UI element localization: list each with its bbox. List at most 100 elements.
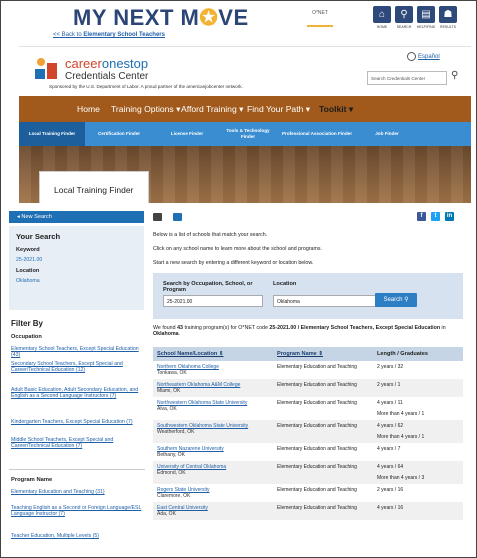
nav-afford-training[interactable]: Afford Training ▾ [181, 104, 243, 115]
table-row: Rogers State University Claremore, OK Elem… [153, 484, 463, 502]
twitter-icon[interactable]: t [431, 212, 440, 221]
credentials-center-title: Credentials Center [65, 71, 149, 82]
occupation-input[interactable]: 25-2021.00 [163, 295, 263, 307]
search-icon[interactable]: ⚲ [395, 6, 413, 23]
occupation-filter-link[interactable]: Elementary School Teachers, Except Speci… [11, 346, 143, 359]
program-filter-link[interactable]: Teaching English as a Second or Foreign … [11, 505, 143, 518]
tab-job-finder[interactable]: Job Finder [359, 122, 415, 146]
keyword-label: Keyword [16, 247, 40, 253]
back-link[interactable]: << Back to Elementary School Teachers [53, 32, 165, 38]
length-graduates: 4 years / 64 [377, 464, 404, 470]
table-row: East Central University Ada, OK Elementary… [153, 502, 463, 520]
program-cell: Elementary Education and Teaching [273, 379, 373, 397]
location-value: Oklahoma [16, 278, 40, 284]
length-graduates: 2 years / 1 [377, 382, 401, 388]
program-cell: Elementary Education and Teaching [277, 446, 357, 452]
occupation-filter-link[interactable]: Adult Basic Education, Adult Secondary E… [11, 387, 143, 400]
onet-badge: O*NET [307, 9, 333, 27]
table-row: Southwestern Oklahoma State University We… [153, 420, 463, 443]
tab-local-training-finder[interactable]: Local Training Finder [19, 122, 85, 146]
linkedin-icon[interactable]: in [445, 212, 454, 221]
length-cell: 4 years / 64 More than 4 years / 3 [373, 461, 463, 484]
school-location: Claremore, OK [157, 493, 191, 499]
school-location: Ada, OK [157, 511, 176, 517]
search-icon[interactable]: ⚲ [451, 70, 458, 81]
program-cell: Elementary Education and Teaching [277, 400, 357, 406]
filter-by-heading: Filter By [11, 319, 44, 328]
sponsor-text: Sponsored by the U.S. Department of Labo… [49, 84, 243, 89]
school-cell: Rogers State University Claremore, OK [153, 484, 273, 502]
main-content: f t in Below is a list of schools that m… [151, 211, 473, 557]
school-location: Tonkawa, OK [157, 370, 187, 376]
school-column-header[interactable]: School Name/Location ⇕ [153, 347, 273, 361]
sidebar: ◂ New Search Your Search Keyword 25-2021… [9, 211, 147, 557]
program-filter-link[interactable]: Elementary Education and Teaching (31) [11, 489, 143, 495]
length-cell: 4 years / 16 [373, 502, 463, 520]
tab-professional-association-finder[interactable]: Professional Association Finder [275, 122, 359, 146]
email-icon[interactable] [173, 213, 182, 221]
new-search-button[interactable]: ◂ New Search [9, 211, 144, 223]
nav-training-options[interactable]: Training Options ▾ [111, 104, 180, 115]
tab-tools-technology-finder[interactable]: Tools & Technology Finder [221, 122, 275, 146]
home-icon-label: HOME [376, 25, 388, 29]
careeronestop-logo-icon[interactable] [35, 57, 59, 79]
intro-text: Click on any school name to learn more a… [153, 246, 323, 252]
nav-home[interactable]: Home [77, 104, 100, 114]
your-search-heading: Your Search [16, 232, 61, 241]
school-location: Edmond, OK [157, 470, 186, 476]
mynextmove-logo[interactable]: MY NEXT M✪VE [73, 5, 249, 31]
school-location: Weatherford, OK [157, 429, 195, 435]
program-filter-label: Program Name [11, 477, 53, 483]
program-filter-link[interactable]: Teacher Education, Multiple Levels (5) [11, 533, 143, 539]
program-cell: Elementary Education and Teaching [277, 487, 357, 493]
table-row: Southern Nazarene University Bethany, OK E… [153, 443, 463, 461]
school-cell: Southwestern Oklahoma State University We… [153, 420, 273, 443]
search-icon-label: SEARCH [396, 25, 412, 29]
intro-text: Start a new search by entering a differe… [153, 260, 314, 266]
program-cell: Elementary Education and Teaching [273, 420, 373, 443]
results-summary: We found 43 training program(s) for O*NE… [153, 325, 446, 338]
school-cell: Northwestern Oklahoma State University Al… [153, 397, 273, 420]
location-label: Location [16, 268, 40, 274]
program-cell: Elementary Education and Teaching [277, 364, 357, 370]
table-header-row: School Name/Location ⇕ Program Name ⇕ Le… [153, 347, 463, 361]
length-graduates: 4 years / 62 [377, 423, 404, 429]
length-graduates: 4 years / 11 [377, 400, 403, 406]
person-icon[interactable]: ☗ [439, 6, 457, 23]
occupation-filter-link[interactable]: Middle School Teachers, Except Special a… [11, 437, 143, 450]
school-location: Alva, OK [157, 406, 177, 412]
page-title: Local Training Finder [39, 171, 149, 203]
length-graduates: 2 years / 16 [377, 487, 404, 493]
length-graduates: More than 4 years / 1 [377, 434, 425, 440]
espanol-link[interactable]: Español [418, 54, 440, 60]
program-cell: Elementary Education and Teaching [273, 502, 373, 520]
globe-icon [407, 52, 416, 61]
school-location: Bethany, OK [157, 452, 185, 458]
location-input[interactable]: Oklahoma [273, 295, 383, 307]
star-icon: ✪ [199, 5, 219, 30]
length-column-header: Length / Graduates [373, 347, 463, 361]
nav-toolkit[interactable]: Toolkit ▾ [319, 104, 353, 115]
school-cell: Southern Nazarene University Bethany, OK [153, 443, 273, 461]
facebook-icon[interactable]: f [417, 212, 426, 221]
building-icon-label: HELP/FIND [416, 25, 436, 29]
careeronestop-title[interactable]: careeronestop [65, 56, 148, 71]
search-button[interactable]: Search ⚲ [375, 293, 417, 307]
print-icon[interactable] [153, 213, 162, 221]
school-location: Miami, OK [157, 388, 181, 394]
program-column-header[interactable]: Program Name ⇕ [273, 347, 373, 361]
length-cell: 2 years / 1 [373, 379, 463, 397]
occupation-filter-link[interactable]: Secondary School Teachers, Except Specia… [11, 361, 143, 374]
tab-license-finder[interactable]: License Finder [153, 122, 221, 146]
table-row: University of Central Oklahoma Edmond, OK… [153, 461, 463, 484]
search-form: Search by Occupation, School, or Program… [153, 273, 463, 319]
occupation-filter-link[interactable]: Kindergarten Teachers, Except Special Ed… [11, 419, 143, 425]
length-graduates: 4 years / 16 [377, 505, 404, 511]
keyword-value: 25-2021.00 [16, 257, 43, 263]
home-icon[interactable]: ⌂ [373, 6, 391, 23]
tab-certification-finder[interactable]: Certification Finder [85, 122, 153, 146]
nav-find-your-path[interactable]: Find Your Path ▾ [247, 104, 310, 115]
length-cell: 4 years / 11 More than 4 years / 1 [373, 397, 463, 420]
building-icon[interactable]: ▤ [417, 6, 435, 23]
credentials-search-input[interactable]: Search Credentials Center [367, 71, 447, 85]
